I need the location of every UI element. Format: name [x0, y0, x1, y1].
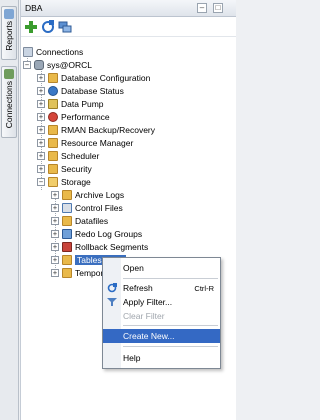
database-icon — [34, 59, 44, 70]
datafiles-icon — [62, 215, 72, 226]
menu-item-label: Refresh — [123, 283, 153, 293]
tab-reports[interactable]: Reports — [1, 6, 17, 60]
tree-node-performance[interactable]: + Performance — [37, 110, 110, 123]
tree-node-data-pump[interactable]: + Data Pump — [37, 97, 104, 110]
tablespaces-icon — [62, 254, 72, 265]
side-rail: Reports Connections — [0, 0, 19, 420]
expand-icon[interactable]: + — [51, 268, 59, 277]
connection-label: sys@ORCL — [47, 59, 92, 70]
tree-node-archive-logs[interactable]: + Archive Logs — [51, 188, 124, 201]
filter-icon — [107, 298, 117, 306]
panel-toolbar — [21, 17, 236, 37]
expand-icon[interactable]: + — [51, 216, 59, 225]
context-menu: Open Refresh Ctrl-R Apply Filter... Clea… — [102, 257, 221, 369]
add-connection-icon[interactable] — [24, 20, 38, 34]
tree-node-label: Security — [61, 163, 92, 174]
tree-node-label: Performance — [61, 111, 110, 122]
menu-item-label: Open — [123, 263, 144, 273]
connection-filter-icon[interactable] — [58, 20, 72, 34]
performance-icon — [48, 111, 58, 122]
tree-node-label: Database Status — [61, 85, 124, 96]
panel-title: DBA — [25, 3, 43, 13]
folder-icon — [48, 137, 58, 148]
menu-item-label: Create New... — [123, 331, 175, 341]
collapse-icon[interactable]: − — [37, 177, 45, 186]
connections-folder-icon — [23, 46, 33, 57]
tree-node-label: Archive Logs — [75, 189, 125, 200]
tree-node-control-files[interactable]: + Control Files — [51, 201, 123, 214]
tree-node-label: Database Configuration — [61, 72, 151, 83]
tree-node-security[interactable]: + Security — [37, 162, 92, 175]
folder-icon — [48, 150, 58, 161]
expand-icon[interactable]: + — [37, 138, 45, 147]
folder-icon — [48, 163, 58, 174]
archive-logs-icon — [62, 189, 72, 200]
expand-icon[interactable]: + — [37, 73, 45, 82]
status-icon — [48, 85, 58, 96]
collapse-icon[interactable]: − — [23, 60, 31, 69]
menu-item-open[interactable]: Open — [103, 261, 220, 275]
tree-node-connection[interactable]: − sys@ORCL — [23, 58, 92, 71]
expand-icon[interactable]: + — [37, 99, 45, 108]
tab-connections-label: Connections — [4, 81, 14, 129]
tree-node-database-configuration[interactable]: + Database Configuration — [37, 71, 150, 84]
connections-icon — [4, 69, 14, 79]
menu-item-refresh[interactable]: Refresh Ctrl-R — [103, 281, 220, 295]
rollback-segments-icon — [62, 241, 72, 252]
expand-icon[interactable]: + — [37, 125, 45, 134]
expand-icon[interactable]: + — [37, 164, 45, 173]
tree-node-redo-log-groups[interactable]: + Redo Log Groups — [51, 227, 142, 240]
tree-node-label: Redo Log Groups — [75, 228, 143, 239]
redo-log-icon — [62, 228, 72, 239]
expand-icon[interactable]: + — [51, 203, 59, 212]
tree-node-storage[interactable]: − Storage — [37, 175, 91, 188]
expand-icon[interactable]: + — [51, 190, 59, 199]
refresh-icon — [107, 283, 117, 293]
tree-root-connections[interactable]: Connections — [23, 45, 83, 58]
menu-item-help[interactable]: Help — [103, 351, 220, 365]
tree-node-label: Scheduler — [61, 150, 100, 161]
expand-icon[interactable]: + — [51, 242, 59, 251]
tree-node-resource-manager[interactable]: + Resource Manager — [37, 136, 133, 149]
menu-item-create-new[interactable]: Create New... — [103, 329, 220, 343]
tree-node-scheduler[interactable]: + Scheduler — [37, 149, 99, 162]
menu-item-label: Apply Filter... — [123, 297, 173, 307]
minimize-button[interactable]: – — [197, 3, 207, 13]
menu-item-clear-filter[interactable]: Clear Filter — [103, 309, 220, 323]
expand-icon[interactable]: + — [37, 112, 45, 121]
expand-icon[interactable]: + — [51, 229, 59, 238]
tab-reports-label: Reports — [4, 21, 14, 51]
tree-node-database-status[interactable]: + Database Status — [37, 84, 124, 97]
temp-tablespace-icon — [62, 267, 72, 278]
tree-node-datafiles[interactable]: + Datafiles — [51, 214, 108, 227]
tree-node-label: RMAN Backup/Recovery — [61, 124, 156, 135]
menu-item-apply-filter[interactable]: Apply Filter... — [103, 295, 220, 309]
tab-connections[interactable]: Connections — [1, 66, 17, 138]
folder-icon — [48, 72, 58, 83]
tree-node-label: Storage — [61, 176, 91, 187]
menu-item-label: Clear Filter — [123, 311, 165, 321]
panel-titlebar: DBA – □ — [21, 0, 236, 17]
expand-icon[interactable]: + — [37, 151, 45, 160]
tree-node-label: Resource Manager — [61, 137, 134, 148]
control-files-icon — [62, 202, 72, 213]
tree-node-rollback-segments[interactable]: + Rollback Segments — [51, 240, 148, 253]
menu-item-label: Help — [123, 353, 141, 363]
menu-item-shortcut: Ctrl-R — [194, 283, 214, 293]
tree-root-label: Connections — [36, 46, 84, 57]
expand-icon[interactable]: + — [51, 255, 59, 264]
tree-node-rman[interactable]: + RMAN Backup/Recovery — [37, 123, 155, 136]
tree-node-label: Control Files — [75, 202, 123, 213]
folder-icon — [48, 124, 58, 135]
reports-icon — [4, 9, 14, 19]
tree-node-label: Datafiles — [75, 215, 109, 226]
folder-open-icon — [48, 176, 58, 187]
data-pump-icon — [48, 98, 58, 109]
maximize-button[interactable]: □ — [213, 3, 223, 13]
tree-node-label: Rollback Segments — [75, 241, 149, 252]
expand-icon[interactable]: + — [37, 86, 45, 95]
tree-node-label: Data Pump — [61, 98, 104, 109]
refresh-icon[interactable] — [41, 20, 55, 34]
